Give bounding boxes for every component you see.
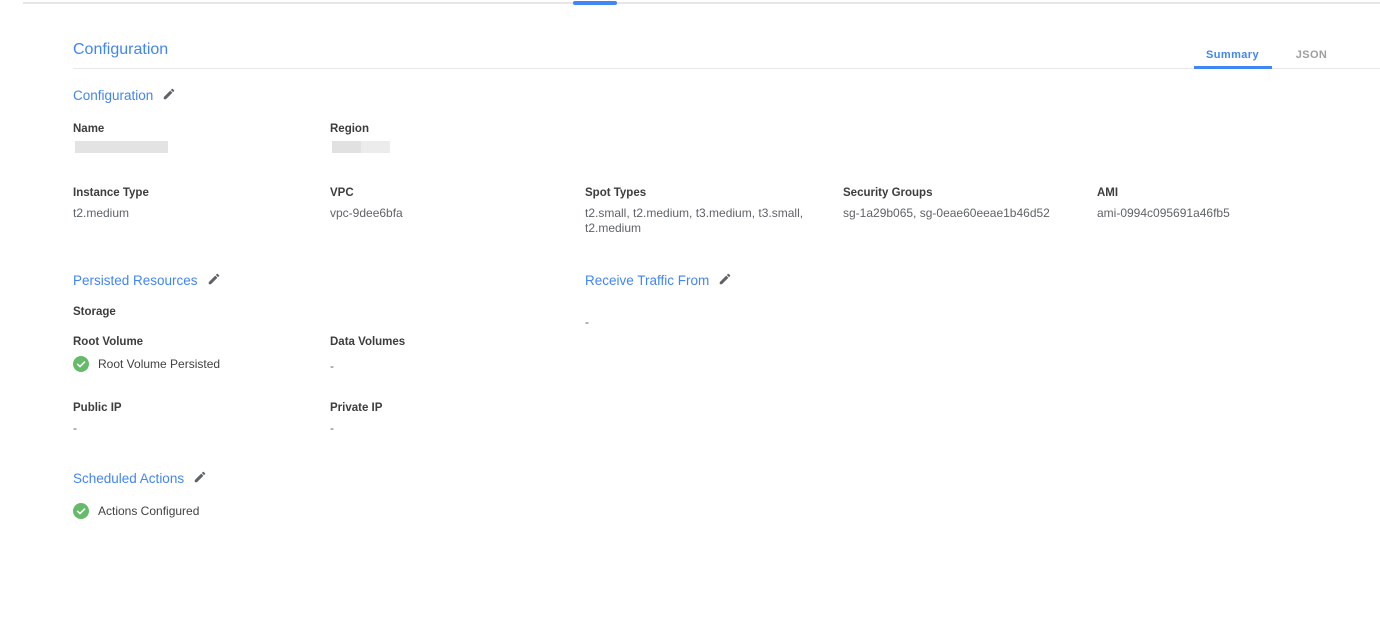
tab-json[interactable]: JSON <box>1272 43 1351 68</box>
page-title: Configuration <box>73 41 168 59</box>
field-ami: AMI ami-0994c095691a46fb5 <box>1097 187 1230 221</box>
receive-traffic-value: - <box>585 315 589 329</box>
root-volume-status: Root Volume Persisted <box>73 356 220 372</box>
field-region-redacted-value <box>332 141 390 153</box>
field-spot-types-value: t2.small, t2.medium, t3.medium, t3.small… <box>585 206 813 236</box>
pencil-icon <box>193 470 207 487</box>
field-name-redacted-value <box>75 141 168 153</box>
check-circle-icon <box>73 503 89 519</box>
top-active-tab-indicator <box>573 1 617 5</box>
pencil-icon <box>718 272 732 289</box>
top-tabbar-divider <box>23 2 1380 4</box>
field-instance-type-label: Instance Type <box>73 187 149 199</box>
field-data-volumes-label: Data Volumes <box>330 336 405 348</box>
field-vpc-value: vpc-9dee6bfa <box>330 206 403 221</box>
field-instance-type-value: t2.medium <box>73 206 149 221</box>
edit-receive-traffic-button[interactable] <box>718 272 732 289</box>
field-public-ip-value: - <box>73 421 122 436</box>
field-vpc-label: VPC <box>330 187 403 199</box>
field-region: Region <box>330 123 390 153</box>
field-vpc: VPC vpc-9dee6bfa <box>330 187 403 221</box>
field-security-groups: Security Groups sg-1a29b065, sg-0eae60ee… <box>843 187 1050 221</box>
field-public-ip-label: Public IP <box>73 402 122 414</box>
section-receive-traffic-heading: Receive Traffic From <box>585 272 732 289</box>
section-scheduled-actions-heading: Scheduled Actions <box>73 470 207 487</box>
pencil-icon <box>162 87 176 104</box>
field-public-ip: Public IP - <box>73 402 122 436</box>
field-instance-type: Instance Type t2.medium <box>73 187 149 221</box>
header-divider <box>73 68 1380 69</box>
field-name: Name <box>73 123 168 153</box>
check-circle-icon <box>73 356 89 372</box>
section-scheduled-actions-title: Scheduled Actions <box>73 471 184 486</box>
field-name-label: Name <box>73 123 168 135</box>
configuration-summary-page: Configuration Summary JSON Configuration… <box>0 0 1380 631</box>
section-configuration-heading: Configuration <box>73 87 176 104</box>
root-volume-status-text: Root Volume Persisted <box>98 357 220 371</box>
field-private-ip: Private IP - <box>330 402 382 436</box>
scheduled-actions-status: Actions Configured <box>73 503 199 519</box>
field-ami-value: ami-0994c095691a46fb5 <box>1097 206 1230 221</box>
edit-configuration-button[interactable] <box>162 87 176 104</box>
field-security-groups-label: Security Groups <box>843 187 1050 199</box>
field-data-volumes: Data Volumes - <box>330 336 405 374</box>
edit-persisted-resources-button[interactable] <box>207 272 221 289</box>
field-root-volume-label: Root Volume <box>73 336 220 348</box>
field-root-volume: Root Volume Root Volume Persisted <box>73 336 220 372</box>
scheduled-actions-status-text: Actions Configured <box>98 504 199 518</box>
field-region-label: Region <box>330 123 390 135</box>
field-spot-types: Spot Types t2.small, t2.medium, t3.mediu… <box>585 187 813 236</box>
pencil-icon <box>207 272 221 289</box>
section-persisted-resources-title: Persisted Resources <box>73 273 198 288</box>
edit-scheduled-actions-button[interactable] <box>193 470 207 487</box>
summary-tab-underline <box>1194 66 1272 69</box>
section-receive-traffic-title: Receive Traffic From <box>585 273 709 288</box>
field-private-ip-label: Private IP <box>330 402 382 414</box>
section-persisted-resources-heading: Persisted Resources <box>73 272 221 289</box>
field-private-ip-value: - <box>330 421 382 436</box>
field-data-volumes-value: - <box>330 359 405 374</box>
field-security-groups-value: sg-1a29b065, sg-0eae60eeae1b46d52 <box>843 206 1050 221</box>
field-ami-label: AMI <box>1097 187 1230 199</box>
storage-subheading: Storage <box>73 306 116 318</box>
section-configuration-title: Configuration <box>73 88 153 103</box>
field-spot-types-label: Spot Types <box>585 187 813 199</box>
tab-summary[interactable]: Summary <box>1193 43 1272 68</box>
